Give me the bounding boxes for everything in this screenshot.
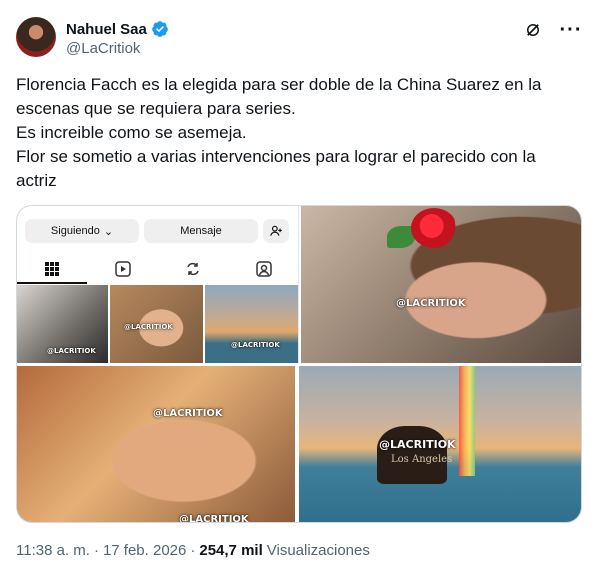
tweet-text: Florencia Facch es la elegida para ser d… xyxy=(16,73,576,193)
ig-thumbnail: @LACRITIOK xyxy=(110,285,203,363)
rainbow xyxy=(459,366,475,476)
more-options-icon[interactable]: ··· xyxy=(560,19,582,41)
ig-message-label: Mensaje xyxy=(180,225,222,237)
chevron-down-icon: ⌄ xyxy=(103,225,114,238)
tweet-time[interactable]: 11:38 a. m. xyxy=(16,542,90,559)
ig-following-button: Siguiendo ⌄ xyxy=(25,219,139,243)
grok-icon[interactable] xyxy=(523,20,543,40)
ig-thumbnail: @LACRITIOK xyxy=(205,285,298,363)
media-photo-portrait-sunset[interactable]: @LACRITIOK @LACRITIOK xyxy=(17,366,295,523)
hat-text: Los Angeles xyxy=(391,454,453,465)
tweet-text-line: Es increible como se asemeja. xyxy=(16,123,247,142)
ig-active-tab-indicator xyxy=(17,282,87,284)
tweet-text-line: Florencia Facch es la elegida para ser d… xyxy=(16,75,542,94)
watermark: @LACRITIOK xyxy=(231,341,280,349)
tweet-header-actions: ··· xyxy=(523,19,582,41)
tweet-text-line: escenas que se requiera para series. xyxy=(16,99,296,118)
reels-icon xyxy=(114,260,132,278)
views-label: Visualizaciones xyxy=(266,542,370,559)
tweet-date[interactable]: 17 feb. 2026 xyxy=(103,542,186,559)
tweet-text-line: actriz xyxy=(16,171,57,190)
separator: · xyxy=(93,542,99,559)
views-count: 254,7 mil xyxy=(199,542,263,559)
tagged-icon xyxy=(255,260,273,278)
author-handle[interactable]: @LaCritiok xyxy=(66,40,140,57)
repost-icon xyxy=(184,260,202,278)
watermark: @LACRITIOK xyxy=(179,514,249,523)
avatar[interactable] xyxy=(16,17,56,57)
media-photo-instagram-profile[interactable]: Siguiendo ⌄ Mensaje @LACRITIOK @LACRITIO… xyxy=(17,206,299,363)
ig-thumbnail: @LACRITIOK xyxy=(17,285,108,363)
watermark: @LACRITIOK xyxy=(124,323,173,331)
watermark: @LACRITIOK xyxy=(379,438,456,451)
grid-icon xyxy=(43,260,61,278)
tweet-text-line: Flor se sometio a varias intervenciones … xyxy=(16,147,536,166)
add-user-icon xyxy=(263,219,289,243)
author-display-name[interactable]: Nahuel Saa xyxy=(66,21,147,38)
watermark: @LACRITIOK xyxy=(47,347,96,355)
author-name-row: Nahuel Saa xyxy=(66,20,169,38)
media-photo-lake-rainbow[interactable]: Los Angeles @LACRITIOK xyxy=(299,366,581,522)
separator: · xyxy=(190,542,196,559)
tweet: Nahuel Saa @LaCritiok ··· Florencia Facc… xyxy=(0,0,599,578)
rose-decoration xyxy=(411,208,457,248)
verified-badge-icon xyxy=(151,21,168,37)
ig-tabs xyxy=(17,254,298,284)
media-grid: Siguiendo ⌄ Mensaje @LACRITIOK @LACRITIO… xyxy=(16,205,582,523)
ig-following-label: Siguiendo xyxy=(50,225,100,237)
watermark: @LACRITIOK xyxy=(153,408,223,419)
ig-message-button: Mensaje xyxy=(144,219,258,243)
tweet-footer: 11:38 a. m. · 17 feb. 2026 · 254,7 mil V… xyxy=(16,542,370,559)
watermark: @LACRITIOK xyxy=(396,298,466,309)
media-photo-portrait-rose[interactable]: @LACRITIOK xyxy=(301,206,581,363)
